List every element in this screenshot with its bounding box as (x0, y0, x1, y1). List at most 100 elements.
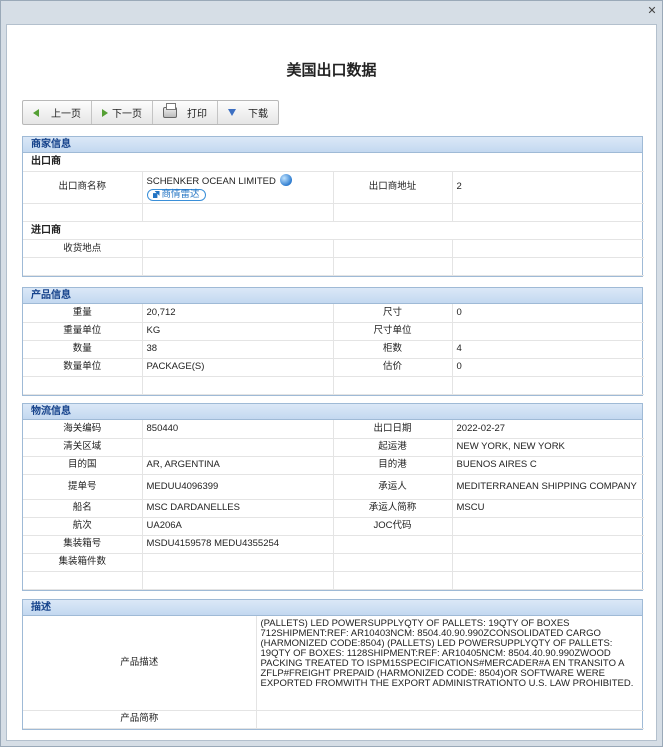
description-table: 产品描述 (PALLETS) LED POWERSUPPLYQTY OF PAL… (23, 616, 644, 729)
dialog-window: ✕ 美国出口数据 上一页 下一页 打印 下载 商家信息 出口商 出口商名称 SC… (0, 0, 663, 747)
empty-cell (333, 571, 453, 590)
empty-cell (333, 535, 453, 554)
external-link-icon (152, 191, 160, 198)
next-page-button[interactable]: 下一页 (92, 101, 153, 124)
empty-cell (23, 257, 143, 276)
dest-country-label: 目的国 (23, 456, 143, 475)
empty-cell (23, 203, 143, 222)
prev-page-label: 上一页 (51, 109, 81, 120)
estimate-value: 0 (452, 358, 644, 377)
product-table: 重量 20,712 尺寸 0 重量单位 KG 尺寸单位 数量 38 柜数 4 数… (23, 304, 644, 395)
globe-icon[interactable] (279, 173, 292, 186)
containers-value: 4 (452, 340, 644, 359)
logistics-table: 海关编码 850440 出口日期 2022-02-27 清关区域 起运港 NEW… (23, 420, 644, 590)
importer-group: 进口商 (23, 221, 644, 240)
arrow-right-icon (102, 108, 108, 117)
voyage-value: UA206A (142, 517, 334, 536)
description-section: 描述 产品描述 (PALLETS) LED POWERSUPPLYQTY OF … (22, 599, 644, 730)
empty-cell (333, 203, 453, 222)
container-pieces-value (142, 553, 334, 572)
quantity-unit-label: 数量单位 (23, 358, 143, 377)
empty-cell (452, 239, 644, 258)
quantity-unit-value: PACKAGE(S) (142, 358, 334, 377)
carrier-value: MEDITERRANEAN SHIPPING COMPANY (452, 474, 644, 500)
exporter-name-cell: SCHENKER OCEAN LIMITED 商情雷达 (142, 171, 334, 204)
container-pieces-label: 集装箱件数 (23, 553, 143, 572)
desc-label: 产品描述 (23, 616, 257, 711)
hs-code-value: 850440 (142, 420, 334, 439)
export-date-label: 出口日期 (333, 420, 453, 439)
origin-port-value: NEW YORK, NEW YORK (452, 438, 644, 457)
quantity-label: 数量 (23, 340, 143, 359)
empty-cell (142, 571, 334, 590)
empty-cell (142, 257, 334, 276)
title-bar: ✕ (1, 1, 662, 23)
carrier-abbr-label: 承运人简称 (333, 499, 453, 518)
empty-cell (142, 203, 334, 222)
size-unit-label: 尺寸单位 (333, 322, 453, 341)
download-label: 下载 (248, 109, 268, 120)
empty-cell (142, 376, 334, 395)
description-heading: 描述 (23, 600, 642, 616)
delivery-label: 收货地点 (23, 239, 143, 258)
weight-unit-value: KG (142, 322, 334, 341)
origin-port-label: 起运港 (333, 438, 453, 457)
merchant-heading: 商家信息 (23, 137, 642, 153)
next-page-label: 下一页 (112, 109, 142, 120)
toolbar: 上一页 下一页 打印 下载 (22, 100, 279, 125)
size-label: 尺寸 (333, 304, 453, 323)
exporter-name-label: 出口商名称 (23, 171, 143, 204)
weight-value: 20,712 (142, 304, 334, 323)
empty-cell (452, 535, 644, 554)
empty-cell (452, 571, 644, 590)
download-button[interactable]: 下载 (218, 101, 278, 124)
print-button[interactable]: 打印 (153, 101, 218, 124)
export-date-value: 2022-02-27 (452, 420, 644, 439)
radar-link[interactable]: 商情雷达 (146, 188, 206, 201)
logistics-section: 物流信息 海关编码 850440 出口日期 2022-02-27 清关区域 起运… (22, 403, 644, 591)
vessel-value: MSC DARDANELLES (142, 499, 334, 518)
carrier-label: 承运人 (333, 474, 453, 500)
hs-code-label: 海关编码 (23, 420, 143, 439)
arrow-down-icon (228, 109, 236, 116)
short-name-label: 产品简称 (23, 710, 257, 729)
estimate-label: 估价 (333, 358, 453, 377)
containers-label: 柜数 (333, 340, 453, 359)
joc-label: JOC代码 (333, 517, 453, 536)
delivery-value (142, 239, 334, 258)
printer-icon (163, 103, 177, 118)
radar-link-label: 商情雷达 (161, 188, 200, 200)
print-label: 打印 (187, 109, 207, 120)
empty-cell (23, 376, 143, 395)
exporter-name: SCHENKER OCEAN LIMITED (146, 175, 276, 187)
bill-label: 提单号 (23, 474, 143, 500)
vessel-label: 船名 (23, 499, 143, 518)
arrow-left-icon (33, 108, 39, 117)
weight-unit-label: 重量单位 (23, 322, 143, 341)
logistics-heading: 物流信息 (23, 404, 642, 420)
carrier-abbr-value: MSCU (452, 499, 644, 518)
empty-cell (452, 376, 644, 395)
prev-page-button[interactable]: 上一页 (23, 101, 92, 124)
customs-area-label: 清关区域 (23, 438, 143, 457)
close-icon[interactable]: ✕ (646, 6, 658, 18)
merchant-table: 出口商 出口商名称 SCHENKER OCEAN LIMITED 商情雷达 出口… (23, 153, 644, 276)
dest-port-value: BUENOS AIRES C (452, 456, 644, 475)
empty-cell (333, 257, 453, 276)
empty-cell (333, 239, 453, 258)
size-value: 0 (452, 304, 644, 323)
short-name-value (256, 710, 644, 729)
empty-cell (23, 571, 143, 590)
page-title: 美国出口数据 (286, 62, 377, 79)
empty-cell (452, 203, 644, 222)
joc-value (452, 517, 644, 536)
dialog-content: 美国出口数据 上一页 下一页 打印 下载 商家信息 出口商 出口商名称 SCHE… (6, 24, 657, 741)
product-section: 产品信息 重量 20,712 尺寸 0 重量单位 KG 尺寸单位 数量 38 柜… (22, 287, 644, 396)
exporter-address-label: 出口商地址 (333, 171, 453, 204)
weight-label: 重量 (23, 304, 143, 323)
dest-port-label: 目的港 (333, 456, 453, 475)
exporter-address: 2 (452, 171, 644, 204)
merchant-section: 商家信息 出口商 出口商名称 SCHENKER OCEAN LIMITED 商情… (22, 136, 644, 277)
size-unit-value (452, 322, 644, 341)
quantity-value: 38 (142, 340, 334, 359)
